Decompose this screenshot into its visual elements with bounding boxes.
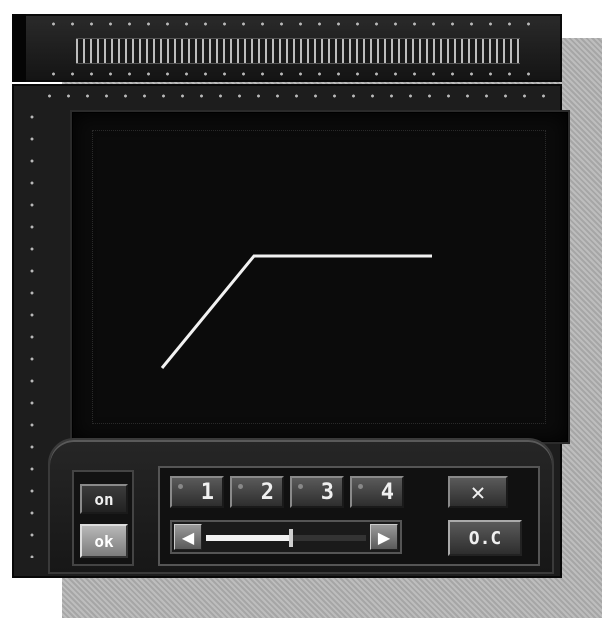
channel-1-button[interactable]: 1: [170, 476, 224, 508]
title-bar-cap: [12, 14, 26, 82]
channel-led: [238, 484, 243, 489]
trace-svg: [160, 254, 432, 369]
level-slider[interactable]: ◀ ▶: [170, 520, 402, 554]
slider-left-arrow-icon[interactable]: ◀: [174, 524, 202, 550]
channel-1-label: 1: [200, 479, 214, 505]
rivet-row-bottom: [44, 72, 542, 76]
slider-right-arrow-icon[interactable]: ▶: [370, 524, 398, 550]
vent-grille: [76, 38, 520, 64]
rivet-row-top: [44, 22, 542, 26]
power-on-button[interactable]: on: [80, 484, 128, 514]
channel-2-label: 2: [260, 479, 274, 505]
oscilloscope-screen: [70, 110, 570, 444]
channel-led: [178, 484, 183, 489]
slider-track[interactable]: [206, 529, 366, 547]
channel-3-button[interactable]: 3: [290, 476, 344, 508]
channel-4-button[interactable]: 4: [350, 476, 404, 508]
signal-trace: [160, 254, 432, 369]
control-deck: on ok 1 2 3 4 ✕ ◀ ▶ O.C: [48, 438, 554, 574]
slider-fill: [206, 535, 291, 541]
close-icon: ✕: [470, 478, 486, 506]
channel-2-button[interactable]: 2: [230, 476, 284, 508]
power-box: on ok: [72, 470, 134, 566]
close-button[interactable]: ✕: [448, 476, 508, 508]
channel-led: [298, 484, 303, 489]
title-bar[interactable]: [12, 14, 562, 82]
panel-rivets-top: [40, 94, 546, 98]
channel-3-label: 3: [320, 479, 334, 505]
channel-led: [358, 484, 363, 489]
ok-button[interactable]: ok: [80, 524, 128, 558]
panel-rivets-left: [30, 106, 34, 558]
channel-box: 1 2 3 4 ✕ ◀ ▶ O.C: [158, 466, 540, 566]
oc-button[interactable]: O.C: [448, 520, 522, 556]
channel-4-label: 4: [380, 479, 394, 505]
slider-thumb[interactable]: [288, 529, 293, 547]
